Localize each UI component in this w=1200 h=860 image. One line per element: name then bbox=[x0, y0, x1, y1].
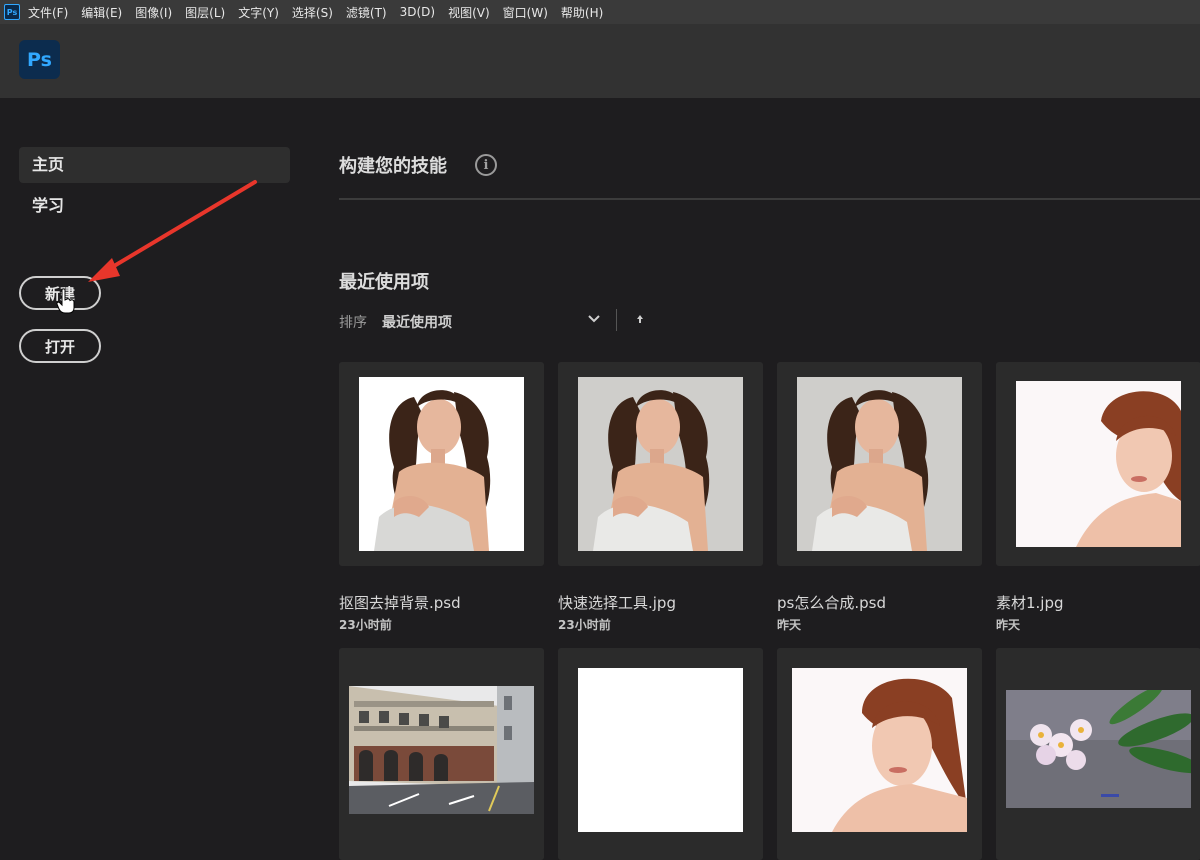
file-thumbnail bbox=[1006, 690, 1191, 808]
recent-file-card[interactable] bbox=[558, 362, 763, 566]
menu-view[interactable]: 视图(V) bbox=[448, 4, 490, 21]
sidebar: 主页 学习 新建 打开 bbox=[0, 98, 300, 860]
section-divider bbox=[339, 198, 1200, 200]
file-time: 23小时前 bbox=[339, 618, 392, 632]
sidebar-item-learn[interactable]: 学习 bbox=[19, 188, 290, 224]
menu-image[interactable]: 图像(I) bbox=[135, 4, 172, 21]
main-content: 构建您的技能 i 最近使用项 排序 最近使用项 抠图去掉背景.psd 23小时前… bbox=[339, 98, 1200, 860]
sidebar-item-home[interactable]: 主页 bbox=[19, 147, 290, 183]
sort-separator bbox=[616, 309, 617, 331]
recent-file-card[interactable] bbox=[558, 648, 763, 860]
file-thumbnail bbox=[797, 377, 962, 551]
menu-filter[interactable]: 滤镜(T) bbox=[346, 4, 387, 21]
file-time: 昨天 bbox=[996, 618, 1021, 632]
recent-file-card[interactable] bbox=[777, 362, 982, 566]
file-name[interactable]: 抠图去掉背景.psd bbox=[339, 592, 461, 613]
recent-file-card[interactable] bbox=[339, 362, 544, 566]
app-header: Ps bbox=[0, 24, 1200, 98]
file-thumbnail bbox=[1016, 381, 1181, 547]
home-screen: 主页 学习 新建 打开 构建您的技能 i 最近使用项 排序 最近使用项 抠图去掉… bbox=[0, 98, 1200, 860]
file-thumbnail bbox=[578, 377, 743, 551]
sort-ascending-icon[interactable] bbox=[635, 312, 645, 326]
menu-window[interactable]: 窗口(W) bbox=[503, 4, 548, 21]
menu-layer[interactable]: 图层(L) bbox=[185, 4, 225, 21]
menu-edit[interactable]: 编辑(E) bbox=[81, 4, 122, 21]
recent-file-card[interactable] bbox=[777, 648, 982, 860]
info-icon[interactable]: i bbox=[475, 154, 497, 176]
file-name[interactable]: ps怎么合成.psd bbox=[777, 592, 886, 613]
skills-section-title: 构建您的技能 bbox=[339, 156, 447, 177]
chevron-down-icon[interactable] bbox=[587, 311, 601, 327]
file-thumbnail bbox=[349, 686, 534, 814]
recent-file-card[interactable] bbox=[996, 648, 1200, 860]
menu-bar: Ps 文件(F) 编辑(E) 图像(I) 图层(L) 文字(Y) 选择(S) 滤… bbox=[0, 0, 1200, 24]
recent-file-card[interactable] bbox=[996, 362, 1200, 566]
file-thumbnail bbox=[578, 668, 743, 832]
menu-3d[interactable]: 3D(D) bbox=[400, 5, 435, 19]
menu-help[interactable]: 帮助(H) bbox=[561, 4, 603, 21]
file-time: 23小时前 bbox=[558, 618, 611, 632]
photoshop-logo: Ps bbox=[19, 40, 60, 79]
recent-file-card[interactable] bbox=[339, 648, 544, 860]
open-button[interactable]: 打开 bbox=[19, 329, 101, 363]
recent-section-title: 最近使用项 bbox=[339, 272, 429, 293]
menu-select[interactable]: 选择(S) bbox=[292, 4, 333, 21]
file-thumbnail bbox=[792, 668, 967, 832]
file-name[interactable]: 快速选择工具.jpg bbox=[558, 592, 676, 613]
menu-type[interactable]: 文字(Y) bbox=[238, 4, 279, 21]
hand-cursor-icon bbox=[56, 288, 75, 314]
sort-label: 排序 bbox=[339, 315, 367, 331]
file-name[interactable]: 素材1.jpg bbox=[996, 592, 1064, 613]
file-time: 昨天 bbox=[777, 618, 802, 632]
app-icon[interactable]: Ps bbox=[4, 4, 20, 20]
menu-file[interactable]: 文件(F) bbox=[28, 4, 68, 21]
sort-dropdown[interactable]: 最近使用项 bbox=[382, 312, 452, 332]
file-thumbnail bbox=[359, 377, 524, 551]
